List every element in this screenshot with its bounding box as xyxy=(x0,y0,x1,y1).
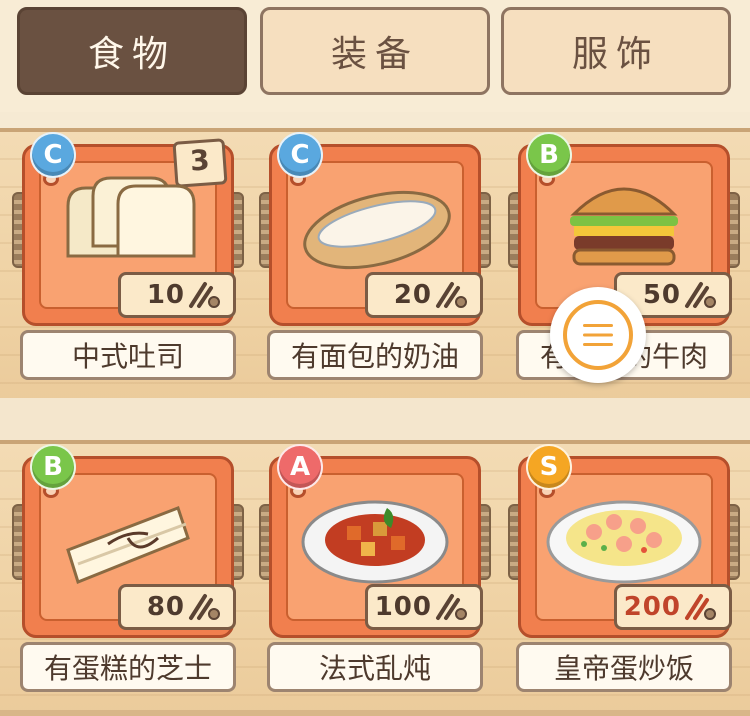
price-value: 20 xyxy=(393,280,432,310)
item-name: 法式乱炖 xyxy=(267,642,483,692)
item-card[interactable]: A 100 法式乱炖 xyxy=(255,444,495,694)
price-tag: 200 xyxy=(614,584,732,630)
shelf-divider xyxy=(0,398,750,442)
currency-icon xyxy=(436,282,467,308)
menu-ring xyxy=(563,300,633,370)
tab-equipment[interactable]: 装备 xyxy=(260,7,490,95)
menu-icon xyxy=(583,324,613,346)
currency-icon xyxy=(436,594,467,620)
item-name: 有面包的奶油 xyxy=(267,330,483,380)
tab-food[interactable]: 食物 xyxy=(17,7,247,95)
price-tag: 10 xyxy=(118,272,236,318)
ratatouille-icon xyxy=(301,500,449,584)
hotdog-bread-icon xyxy=(303,190,451,270)
toast-icon xyxy=(66,176,196,258)
item-card[interactable]: C 3 10 中式吐司 xyxy=(8,132,248,382)
currency-icon xyxy=(189,282,220,308)
currency-icon xyxy=(189,594,220,620)
price-value: 50 xyxy=(642,280,681,310)
category-tabs: 食物 装备 服饰 xyxy=(0,0,750,112)
menu-button[interactable] xyxy=(550,287,646,383)
fried-rice-icon xyxy=(546,500,702,584)
price-value: 80 xyxy=(146,592,185,622)
item-name: 有蛋糕的芝士 xyxy=(20,642,236,692)
cheesecake-icon xyxy=(66,506,190,584)
price-value: 10 xyxy=(146,280,185,310)
price-tag: 80 xyxy=(118,584,236,630)
currency-icon xyxy=(685,594,716,620)
item-card[interactable]: B 80 有蛋糕的芝士 xyxy=(8,444,248,694)
price-tag: 20 xyxy=(365,272,483,318)
currency-icon xyxy=(685,282,716,308)
item-name: 中式吐司 xyxy=(20,330,236,380)
tab-clothing[interactable]: 服饰 xyxy=(501,7,731,95)
price-tag: 100 xyxy=(365,584,483,630)
item-name: 皇帝蛋炒饭 xyxy=(516,642,732,692)
item-card[interactable]: C 20 有面包的奶油 xyxy=(255,132,495,382)
price-value: 100 xyxy=(374,592,432,622)
item-card[interactable]: S 200 皇帝蛋炒饭 xyxy=(504,444,744,694)
price-value: 200 xyxy=(623,592,681,622)
hamburger-icon xyxy=(570,187,678,266)
